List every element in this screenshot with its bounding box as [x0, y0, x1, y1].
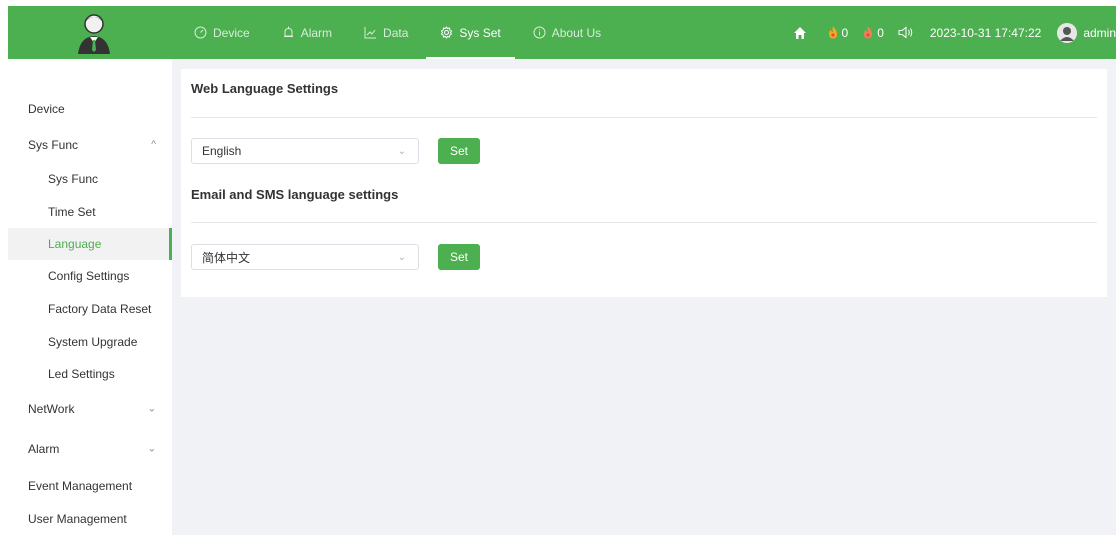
sidebar-item-label: System Upgrade: [48, 335, 138, 349]
alarm-indicator-2[interactable]: 0: [862, 26, 884, 40]
sidebar-item-config-settings[interactable]: Config Settings: [8, 260, 172, 292]
sidebar-group-sys-func[interactable]: Sys Func ^: [8, 129, 172, 161]
web-language-select-value: English: [202, 144, 242, 158]
user-menu[interactable]: admin: [1057, 22, 1116, 43]
sidebar-item-device[interactable]: Device: [8, 93, 172, 125]
header-tools: 0 0 2023-10-31 17:47:22 admin: [793, 6, 1116, 59]
tab-alarm-label: Alarm: [300, 25, 333, 40]
fire-alarm-icon: [827, 26, 839, 39]
sidebar-group-network[interactable]: NetWork ⌄: [8, 393, 172, 425]
sound-toggle[interactable]: [898, 26, 914, 39]
email-sms-language-title: Email and SMS language settings: [191, 187, 399, 202]
sidebar-item-sys-func[interactable]: Sys Func: [8, 163, 172, 195]
web-language-set-button[interactable]: Set: [438, 138, 480, 164]
web-language-title: Web Language Settings: [191, 81, 339, 96]
bell-icon: [282, 26, 295, 39]
sidebar-item-label: Time Set: [48, 205, 96, 219]
home-icon: [793, 26, 807, 40]
info-icon: [533, 26, 546, 39]
chevron-down-icon: ⌄: [147, 443, 156, 455]
datetime-display: 2023-10-31 17:47:22: [929, 25, 1042, 40]
main-nav: Device Alarm Data Sys Set About Us: [178, 6, 617, 59]
user-avatar-icon: [1057, 22, 1078, 43]
main-content: Web Language Settings English ⌄ Set Emai…: [172, 59, 1116, 535]
sidebar-item-label: Language: [48, 237, 102, 251]
tab-about-us[interactable]: About Us: [517, 6, 617, 59]
tab-device-label: Device: [213, 25, 250, 40]
sidebar-item-label: Factory Data Reset: [48, 302, 152, 316]
user-name: admin: [1083, 25, 1116, 40]
sidebar-item-factory-data-reset[interactable]: Factory Data Reset: [8, 293, 172, 325]
chevron-up-icon: ^: [151, 139, 156, 151]
sidebar-item-language[interactable]: Language: [8, 228, 172, 260]
warning-alarm-icon: [862, 26, 874, 39]
sidebar-item-led-settings[interactable]: Led Settings: [8, 358, 172, 390]
chevron-down-icon: ⌄: [147, 403, 156, 415]
sidebar: Device Sys Func ^ Sys Func Time Set Lang…: [8, 59, 172, 535]
web-language-select[interactable]: English ⌄: [191, 138, 419, 164]
tab-device[interactable]: Device: [178, 6, 266, 59]
sidebar-item-label: Config Settings: [48, 269, 130, 283]
gauge-icon: [194, 26, 207, 39]
sidebar-item-label: Event Management: [28, 479, 133, 493]
divider: [191, 117, 1097, 118]
sidebar-item-label: Led Settings: [48, 367, 115, 381]
sidebar-item-event-management[interactable]: Event Management: [8, 470, 172, 502]
tab-data-label: Data: [383, 25, 409, 40]
sidebar-item-system-upgrade[interactable]: System Upgrade: [8, 326, 172, 358]
sidebar-item-label: User Management: [28, 512, 127, 526]
alarm-count-2: 0: [877, 25, 884, 40]
tab-sys-set-label: Sys Set: [459, 25, 501, 40]
sidebar-item-label: Alarm: [28, 442, 60, 456]
logo-avatar: [72, 10, 116, 54]
alarm-indicator-1[interactable]: 0: [827, 25, 849, 40]
chevron-down-icon: ⌄: [397, 252, 406, 263]
sidebar-item-label: Device: [28, 102, 65, 116]
email-sms-language-select-value: 简体中文: [202, 250, 251, 265]
sidebar-item-time-set[interactable]: Time Set: [8, 196, 172, 228]
speaker-icon: [898, 26, 914, 39]
alarm-count-1: 0: [841, 25, 849, 40]
tab-sys-set[interactable]: Sys Set: [424, 6, 516, 59]
home-button[interactable]: [793, 26, 807, 40]
top-bar: Device Alarm Data Sys Set About Us 0 0 2…: [8, 6, 1116, 59]
sidebar-item-label: Sys Func: [48, 172, 99, 186]
sidebar-item-user-management[interactable]: User Management: [8, 503, 172, 535]
divider: [191, 222, 1097, 223]
language-settings-card: Web Language Settings English ⌄ Set Emai…: [181, 69, 1107, 297]
sidebar-item-label: NetWork: [28, 402, 75, 416]
chart-icon: [364, 26, 377, 39]
tab-data[interactable]: Data: [348, 6, 424, 59]
gear-icon: [440, 26, 453, 39]
email-sms-language-select[interactable]: 简体中文 ⌄: [191, 244, 419, 270]
tab-alarm[interactable]: Alarm: [266, 6, 348, 59]
tab-about-us-label: About Us: [551, 25, 602, 40]
email-sms-language-set-button[interactable]: Set: [438, 244, 480, 270]
sidebar-item-label: Sys Func: [28, 138, 79, 152]
chevron-down-icon: ⌄: [397, 146, 406, 157]
sidebar-group-alarm[interactable]: Alarm ⌄: [8, 433, 172, 465]
